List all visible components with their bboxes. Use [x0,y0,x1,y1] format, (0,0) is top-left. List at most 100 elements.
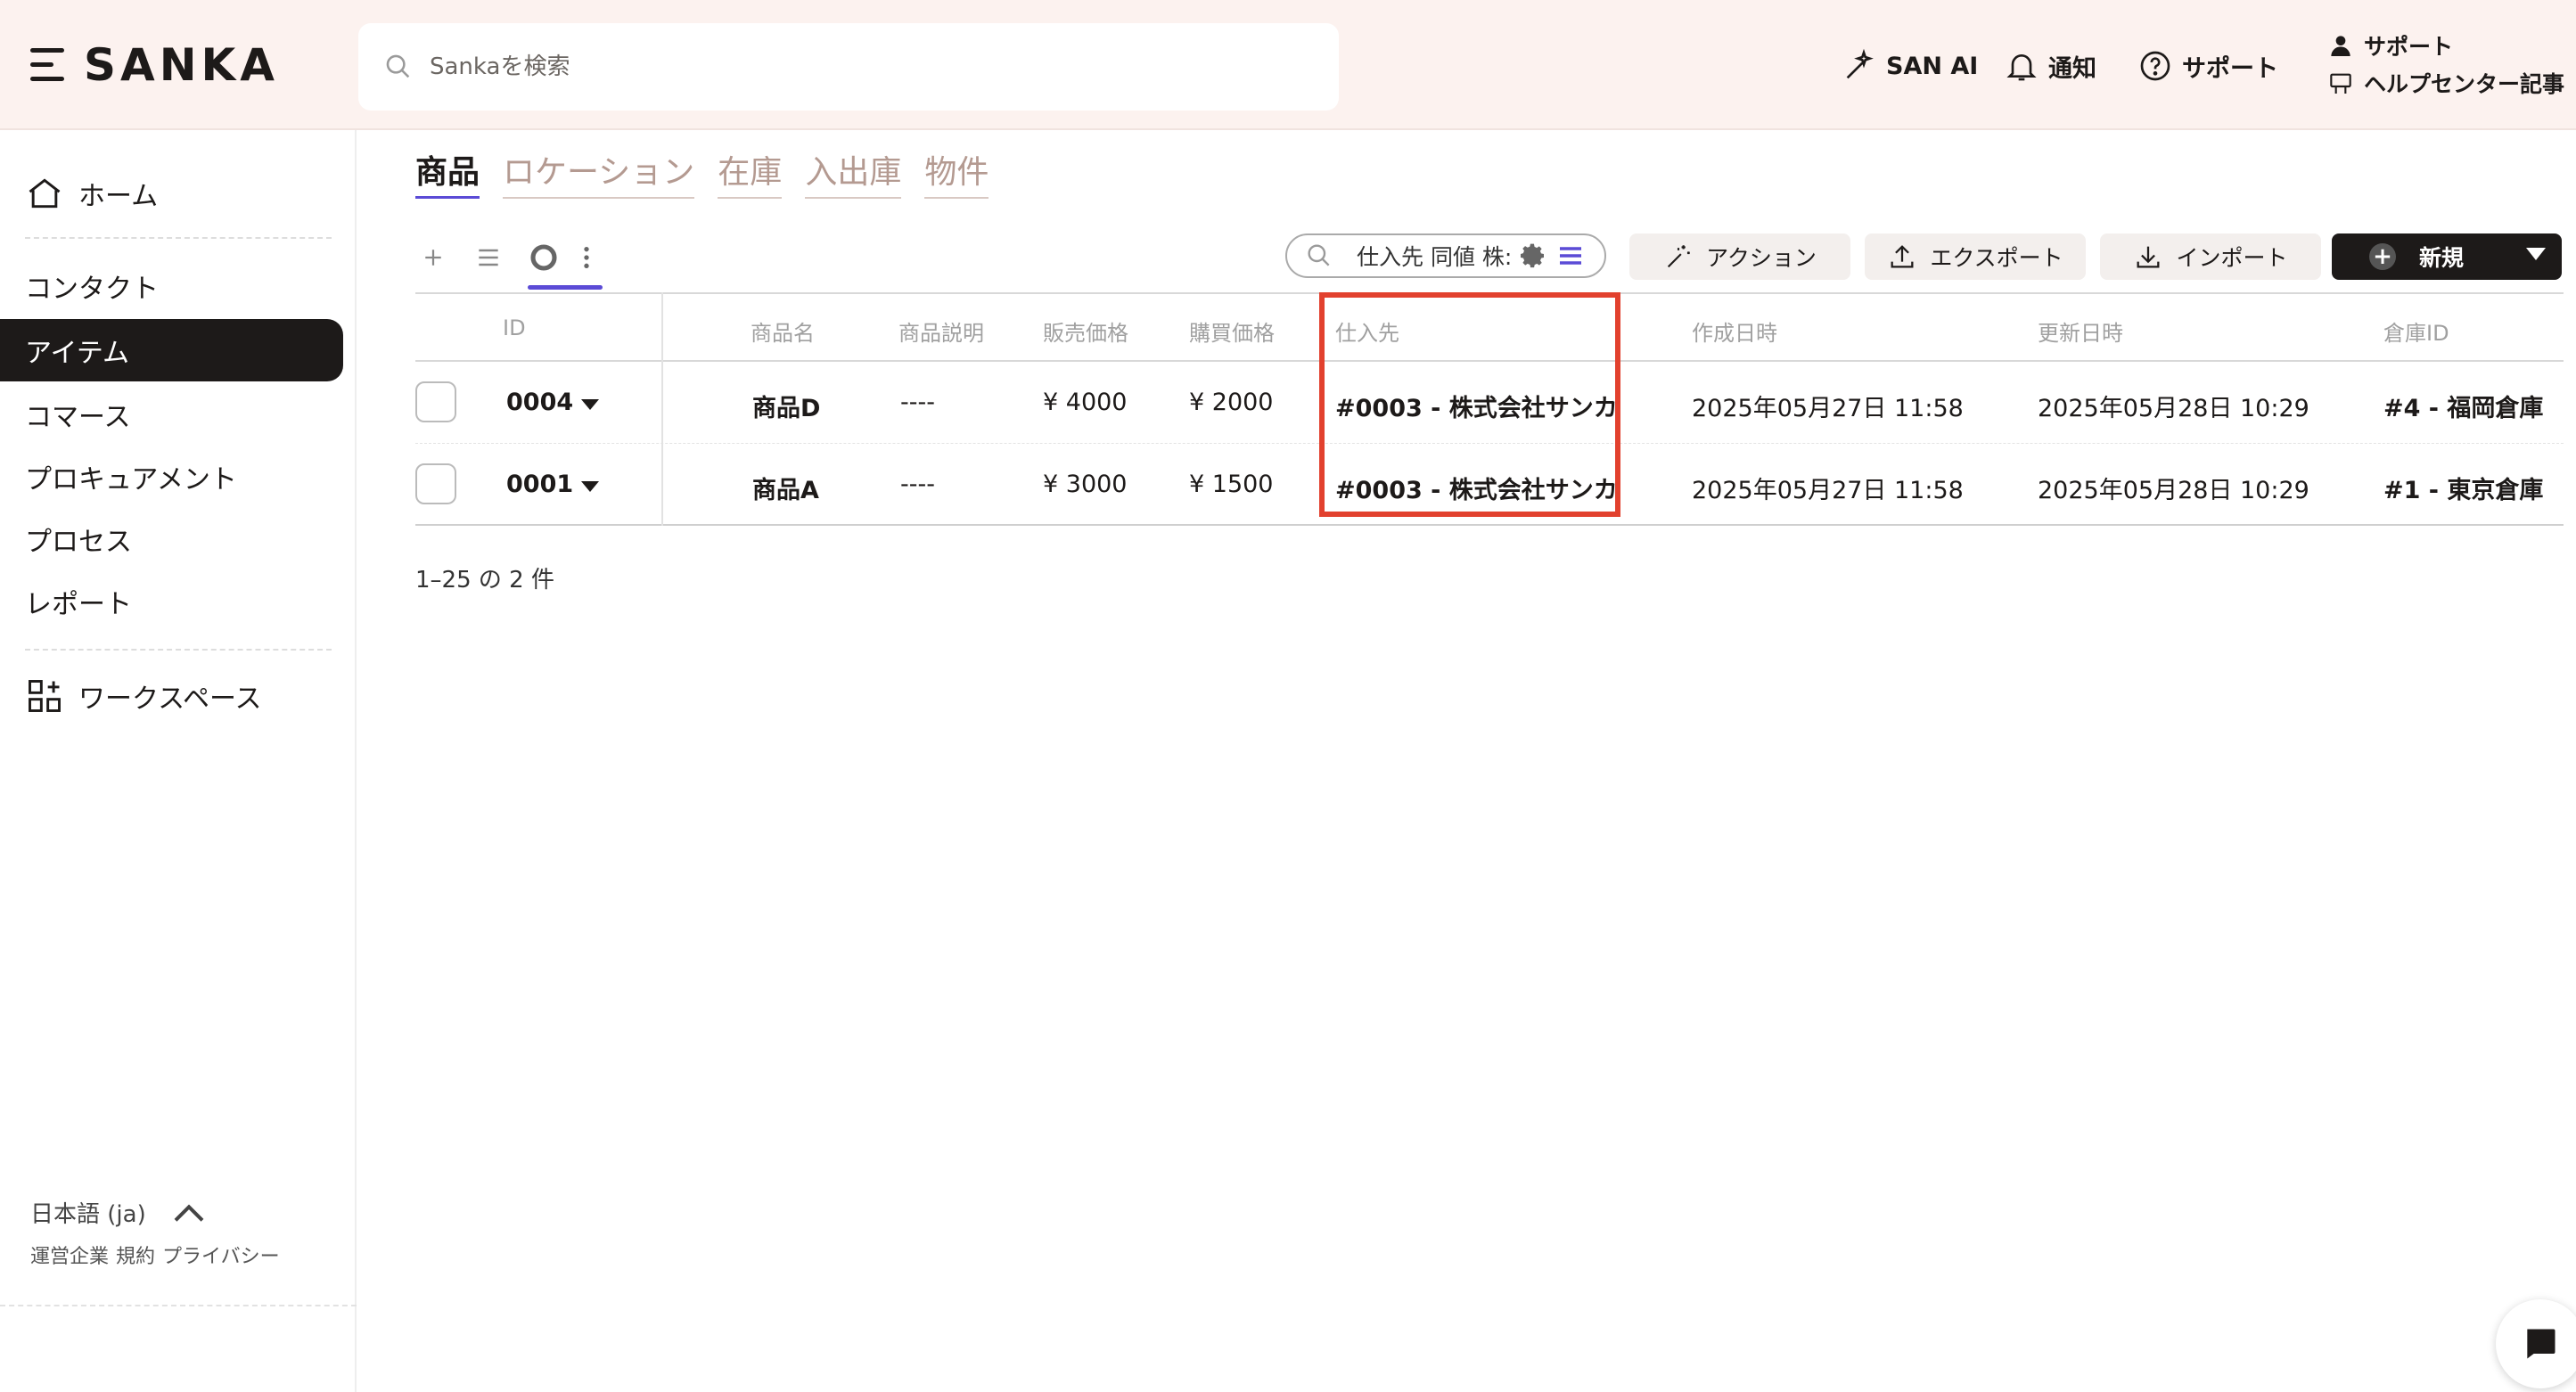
row-checkbox[interactable] [415,381,456,422]
cell-name[interactable]: 商品D [752,389,820,423]
column-header-updated-at[interactable]: 更新日時 [2038,315,2123,347]
home-icon [29,178,61,209]
san-ai-label: SAN AI [1886,52,1979,80]
active-view-indicator [528,285,603,290]
column-header-name[interactable]: 商品名 [751,315,815,347]
sidebar-item-workspace[interactable]: ワークスペース [0,665,343,727]
support-link[interactable]: サポート [2137,48,2278,84]
filter-pill[interactable]: 仕入先 同値 株: [1285,233,1606,278]
cell-name[interactable]: 商品A [752,471,819,505]
chat-bubble-icon [2527,1329,2555,1359]
brand[interactable]: SANKA [30,39,279,91]
row-expand-icon[interactable] [581,481,599,492]
import-label: インポート [2176,245,2288,271]
list-view-icon[interactable] [471,240,506,275]
filter-text: 仕入先 同値 株: [1357,244,1513,270]
chevron-down-icon[interactable] [2526,248,2546,260]
help-center-icon [2330,73,2351,94]
language-selector[interactable]: 日本語 (ja) [30,1196,207,1229]
view-bar [415,233,604,290]
cell-warehouse[interactable]: #4 - 福岡倉庫 [2383,389,2543,423]
supplier-column-highlight [1319,292,1620,517]
column-divider [661,292,663,526]
column-header-created-at[interactable]: 作成日時 [1692,315,1777,347]
circle-view-icon[interactable] [526,240,562,275]
cell-id[interactable]: 0001 [506,471,573,498]
row-checkbox[interactable] [415,463,456,504]
new-record-button[interactable]: + 新規 [2332,233,2562,280]
tab-properties[interactable]: 物件 [924,146,989,199]
export-label: エクスポート [1930,245,2063,271]
column-header-sale-price[interactable]: 販売価格 [1043,315,1128,347]
cell-sale-price: ¥ 4000 [1043,389,1128,416]
cell-updated-at: 2025年05月28日 10:29 [2038,477,2309,504]
tab-locations[interactable]: ロケーション [503,146,695,199]
sidebar-item-commerce[interactable]: コマース [0,383,343,446]
footer-link-company[interactable]: 運営企業 [30,1241,109,1269]
cell-updated-at: 2025年05月28日 10:29 [2038,395,2309,422]
column-header-id[interactable]: ID [503,315,526,340]
cell-description: ---- [900,471,935,498]
cell-created-at: 2025年05月27日 11:58 [1692,395,1964,422]
add-view-icon[interactable] [415,240,451,275]
cell-sale-price: ¥ 3000 [1043,471,1128,498]
support-label: サポート [2182,54,2278,83]
user-support-label: サポート [2364,34,2454,60]
export-button[interactable]: エクスポート [1865,233,2086,280]
more-options-icon[interactable] [569,240,604,275]
search-input[interactable] [430,53,1232,80]
sidebar-item-label: ワークスペース [78,684,262,715]
notifications-link[interactable]: 通知 [2004,48,2096,84]
column-header-purchase-price[interactable]: 購買価格 [1189,315,1275,347]
sidebar-bottom-divider [0,1305,357,1306]
sidebar-divider [25,649,332,651]
column-header-warehouse-id[interactable]: 倉庫ID [2383,315,2449,347]
tab-inventory[interactable]: 在庫 [718,146,783,199]
magic-wand-icon [1846,48,1874,79]
footer-link-privacy[interactable]: プライバシー [162,1241,280,1269]
plus-icon: + [2369,243,2396,270]
tab-products[interactable]: 商品 [415,146,480,199]
cell-purchase-price: ¥ 1500 [1189,471,1274,498]
pagination-info: 1–25 の 2 件 [415,567,554,594]
chat-launcher[interactable] [2496,1299,2576,1388]
user-menu[interactable]: サポート ヘルプセンター記事 [2326,27,2564,102]
sidebar-item-label: プロセス [25,527,132,558]
help-center-label: ヘルプセンター記事 [2364,71,2565,97]
sidebar-item-label: プロキュアメント [25,464,237,495]
search-box[interactable] [358,23,1339,111]
sidebar-item-reports[interactable]: レポート [0,570,343,633]
magic-wand-icon [1668,245,1690,268]
sidebar-item-contacts[interactable]: コンタクト [0,255,343,317]
sidebar-item-process[interactable]: プロセス [0,508,343,570]
sidebar-item-home[interactable]: ホーム [0,162,343,225]
language-label: 日本語 (ja) [30,1201,146,1228]
gear-icon[interactable] [1519,242,1547,270]
sidebar: ホーム コンタクト アイテム コマース プロキュアメント プロセス レポート ワ… [0,130,357,1392]
download-icon [2137,246,2160,268]
san-ai-link[interactable]: SAN AI [1842,48,1978,84]
import-button[interactable]: インポート [2100,233,2321,280]
sidebar-item-label: ホーム [78,181,159,212]
column-header-description[interactable]: 商品説明 [898,315,984,347]
filter-list-icon[interactable] [1556,242,1585,270]
new-label: 新規 [2419,245,2465,271]
action-button[interactable]: アクション [1629,233,1850,280]
cell-warehouse[interactable]: #1 - 東京倉庫 [2383,471,2543,505]
sidebar-item-items[interactable]: アイテム [0,319,343,381]
user-icon [2331,36,2350,56]
bell-icon [2006,54,2037,81]
tab-stock-movements[interactable]: 入出庫 [805,146,902,199]
top-header: SANKA SAN AI 通知 サポート サポート [0,0,2576,130]
notifications-label: 通知 [2048,54,2096,83]
sidebar-item-procurement[interactable]: プロキュアメント [0,446,343,508]
footer-link-terms[interactable]: 規約 [116,1241,155,1269]
sidebar-item-label: レポート [25,589,132,620]
sidebar-item-label: コマース [25,402,131,433]
cell-id[interactable]: 0004 [506,389,573,416]
hamburger-icon[interactable] [30,45,64,86]
cell-created-at: 2025年05月27日 11:58 [1692,477,1964,504]
sidebar-divider [25,237,332,239]
upload-icon [1891,245,1914,268]
row-expand-icon[interactable] [581,399,599,410]
